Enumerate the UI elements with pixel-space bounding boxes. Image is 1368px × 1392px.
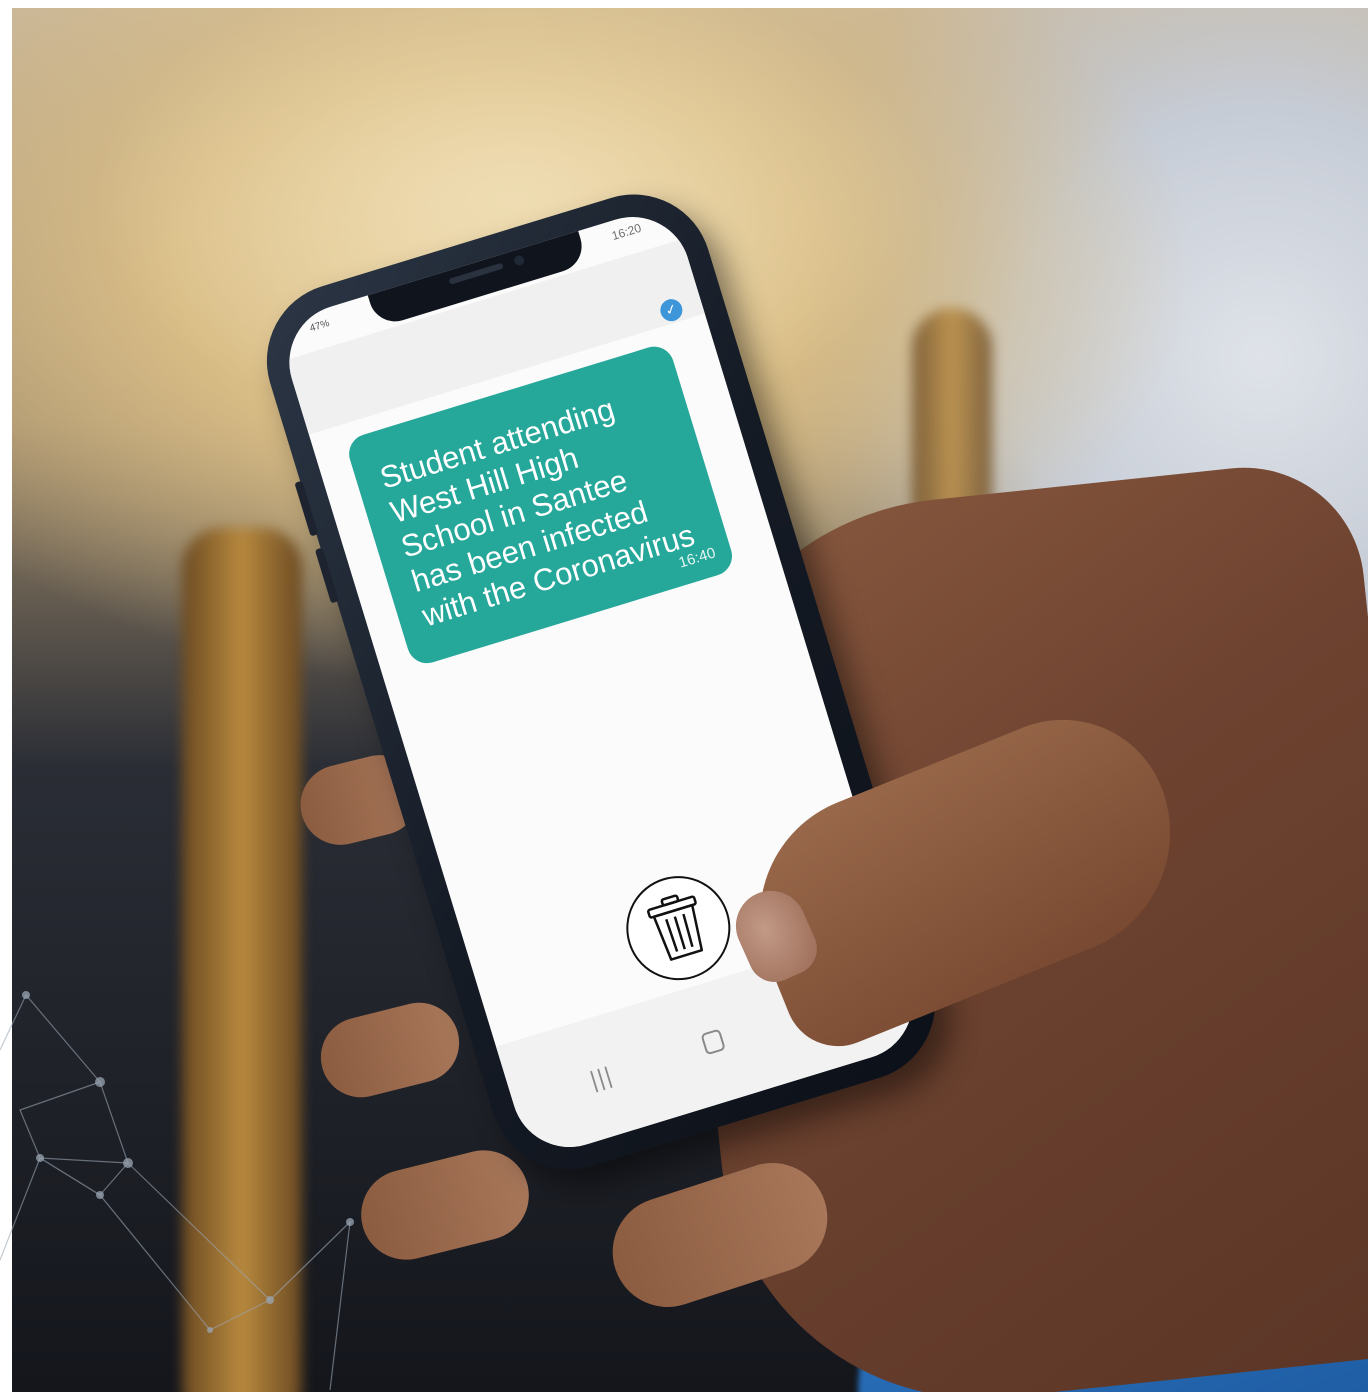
trash-icon <box>647 894 704 961</box>
table-leg <box>182 528 302 1392</box>
delete-button[interactable] <box>613 863 744 994</box>
front-camera <box>512 254 526 267</box>
status-time: 16:20 <box>610 220 643 243</box>
message-text: Student attending West Hill High School … <box>376 374 716 634</box>
recents-button[interactable]: ||| <box>587 1064 616 1094</box>
earpiece-speaker <box>448 262 504 285</box>
battery-status: 47% <box>308 318 331 335</box>
photo-scene: 47% 16:20 ✓ Student attending West Hill … <box>0 0 1368 1392</box>
home-button[interactable] <box>700 1028 726 1056</box>
